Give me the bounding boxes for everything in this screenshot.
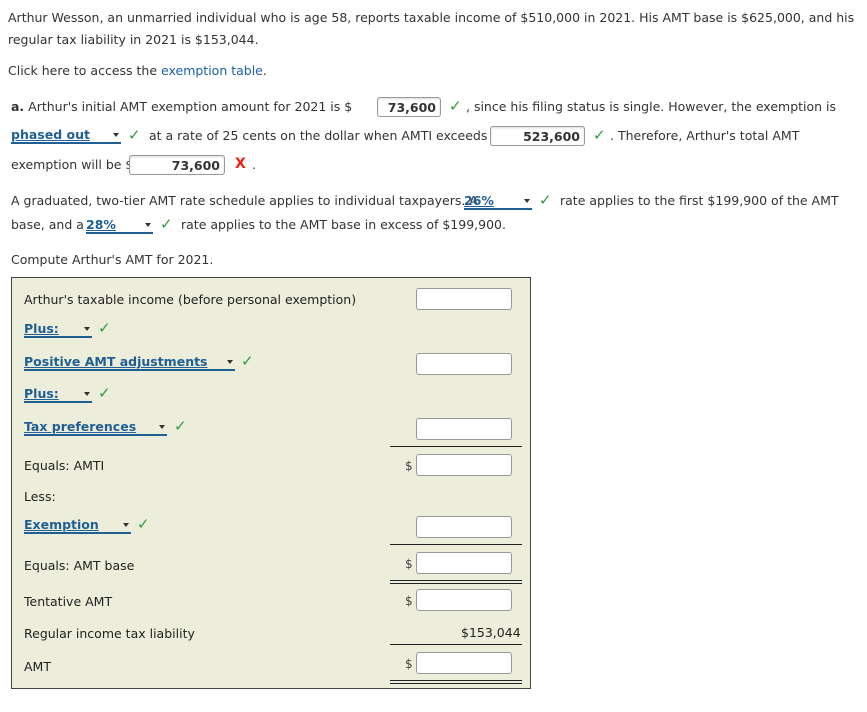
amt-computation-table: Arthur's taxable income (before personal… (11, 277, 531, 689)
divider (390, 446, 522, 447)
chevron-down-icon (145, 223, 151, 227)
select-value: 28% (86, 217, 116, 232)
select-value: Plus: (24, 321, 59, 336)
exemption-table-link[interactable]: exemption table (161, 63, 263, 78)
double-underline (390, 580, 522, 584)
select-value: phased out (11, 127, 90, 142)
check-icon: ✓ (160, 215, 173, 233)
chevron-down-icon (123, 523, 129, 527)
part-label: a. (11, 99, 25, 114)
check-icon: ✓ (241, 352, 254, 370)
taxable-income-label: Arthur's taxable income (before personal… (24, 292, 357, 307)
initial-exemption-input[interactable]: 73,600 (377, 97, 441, 117)
cross-icon: X (235, 156, 246, 172)
rates-text-1: A graduated, two-tier AMT rate schedule … (11, 193, 478, 208)
check-icon: ✓ (98, 319, 111, 337)
exemption-input[interactable] (416, 516, 512, 538)
amt-base-input[interactable] (416, 552, 512, 574)
amti-input[interactable] (416, 454, 512, 476)
text: Arthur's initial AMT exemption amount fo… (24, 99, 353, 114)
threshold-input[interactable]: 523,600 (490, 126, 585, 146)
tentative-amt-label: Tentative AMT (24, 594, 113, 609)
rates-text-2: rate applies to the first $199,900 of th… (560, 193, 839, 208)
tax-preferences-select[interactable]: Tax preferences (24, 419, 167, 436)
exemption-table-prompt: Click here to access the exemption table… (8, 60, 267, 82)
period: . (252, 157, 256, 172)
part-a-text-3: at a rate of 25 cents on the dollar when… (149, 128, 500, 143)
plus-select-2[interactable]: Plus: (24, 386, 92, 403)
check-icon: ✓ (137, 515, 150, 533)
positive-adjustments-select[interactable]: Positive AMT adjustments (24, 354, 235, 371)
amt-input[interactable] (416, 652, 512, 674)
part-a-text-4: . Therefore, Arthur's total AMT (610, 128, 800, 143)
part-a-text-2: , since his filing status is single. How… (466, 99, 837, 114)
select-value: 26% (464, 193, 494, 208)
tax-preferences-input[interactable] (416, 418, 512, 440)
intro-line-2: regular tax liability in 2021 is $153,04… (8, 32, 259, 47)
divider (390, 544, 522, 545)
chevron-down-icon (227, 360, 233, 364)
amt-base-label: Equals: AMT base (24, 558, 135, 573)
period: . (262, 63, 267, 78)
check-icon: ✓ (174, 417, 187, 435)
compute-prompt: Compute Arthur's AMT for 2021. (11, 252, 214, 267)
part-a-text-5: exemption will be $ (11, 157, 134, 172)
intro-line-1: Arthur Wesson, an unmarried individual w… (8, 10, 855, 25)
click-prefix: Click here to access the (8, 63, 162, 78)
part-a-text-1: a. Arthur's initial AMT exemption amount… (11, 96, 352, 118)
select-value: Positive AMT adjustments (24, 354, 208, 369)
check-icon: ✓ (128, 126, 141, 144)
plus-select-1[interactable]: Plus: (24, 321, 92, 338)
amt-label: AMT (24, 659, 51, 674)
select-value: Tax preferences (24, 419, 137, 434)
positive-adjustments-input[interactable] (416, 353, 512, 375)
double-underline (390, 680, 522, 684)
regular-tax-value: $153,044 (461, 625, 521, 640)
select-value: Plus: (24, 386, 59, 401)
chevron-down-icon (113, 133, 119, 137)
select-value: Exemption (24, 517, 99, 532)
check-icon: ✓ (593, 126, 606, 144)
check-icon: ✓ (449, 97, 462, 115)
chevron-down-icon (84, 327, 90, 331)
less-label: Less: (24, 489, 56, 504)
regular-tax-label: Regular income tax liability (24, 626, 195, 641)
rate1-select[interactable]: 26% (464, 193, 532, 210)
rates-text-3: base, and a (11, 217, 84, 232)
amti-label: Equals: AMTI (24, 458, 105, 473)
tentative-amt-input[interactable] (416, 589, 512, 611)
dollar-sign: $ (405, 459, 413, 473)
rate2-select[interactable]: 28% (86, 217, 153, 234)
rates-text-4: rate applies to the AMT base in excess o… (181, 217, 506, 232)
dollar-sign: $ (405, 657, 413, 671)
total-exemption-input[interactable]: 73,600 (129, 155, 225, 175)
dollar-sign: $ (405, 557, 413, 571)
exemption-select[interactable]: Exemption (24, 517, 131, 534)
chevron-down-icon (524, 199, 530, 203)
dollar-sign: $ (405, 594, 413, 608)
check-icon: ✓ (98, 384, 111, 402)
check-icon: ✓ (539, 191, 552, 209)
chevron-down-icon (84, 392, 90, 396)
divider (390, 644, 522, 645)
phase-out-select[interactable]: phased out (11, 127, 121, 144)
chevron-down-icon (159, 425, 165, 429)
taxable-income-input[interactable] (416, 288, 512, 310)
